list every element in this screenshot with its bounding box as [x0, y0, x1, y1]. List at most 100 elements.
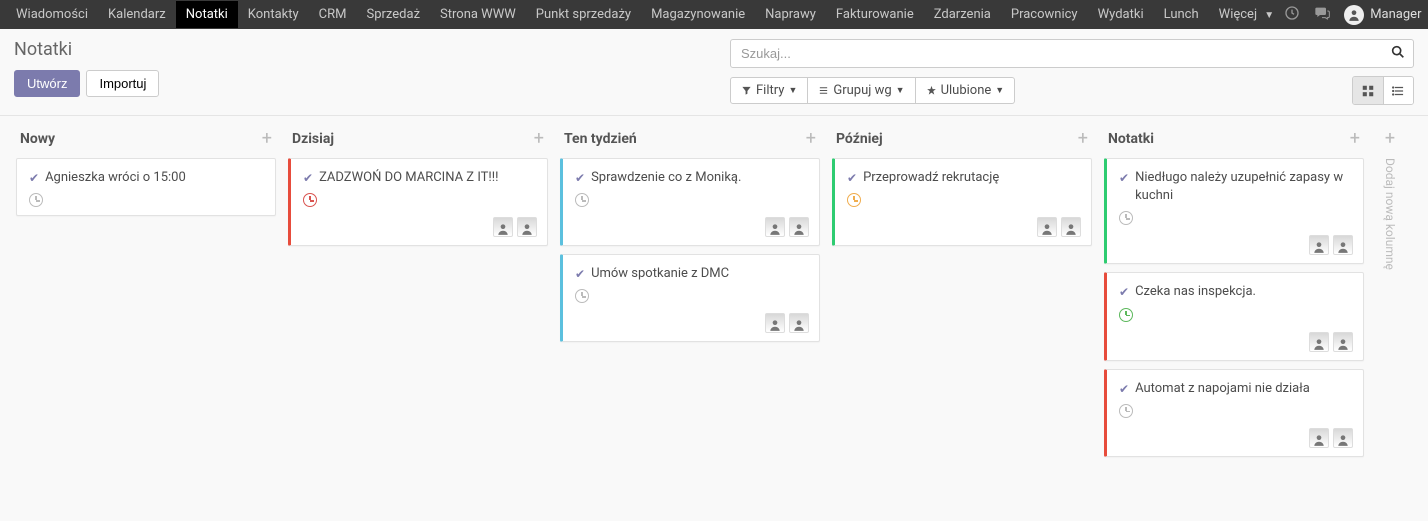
toolbar-row: Filtry ▼ Grupuj wg ▼ Ulubione ▼ [730, 76, 1414, 105]
card-meta [1119, 308, 1353, 322]
nav-right: Manager [1284, 5, 1428, 25]
nav-item-notatki[interactable]: Notatki [176, 1, 238, 28]
plus-icon: + [1385, 130, 1395, 148]
user-name: Manager [1370, 7, 1421, 22]
card-title: Czeka nas inspekcja. [1135, 283, 1256, 301]
avatar [1037, 217, 1057, 237]
card-footer [1119, 428, 1353, 448]
card-title-row: ✔Niedługo należy uzupełnić zapasy w kuch… [1119, 169, 1353, 205]
card-title-row: ✔Sprawdzenie co z Moniką. [575, 169, 809, 187]
funnel-icon [741, 85, 752, 96]
nav-item-punkt-sprzedaży[interactable]: Punkt sprzedaży [526, 1, 641, 28]
nav-item-strona-www[interactable]: Strona WWW [430, 1, 526, 28]
clock-icon[interactable] [1119, 308, 1133, 322]
check-icon: ✔ [29, 171, 39, 185]
nav-item-wydatki[interactable]: Wydatki [1088, 1, 1154, 28]
avatar [1309, 428, 1329, 448]
clock-icon[interactable] [1119, 211, 1133, 225]
card-title-row: ✔Automat z napojami nie działa [1119, 380, 1353, 398]
nav-item-kalendarz[interactable]: Kalendarz [98, 1, 176, 28]
caret-down-icon: ▼ [788, 85, 797, 96]
card-meta [575, 289, 809, 303]
nav-item-pracownicy[interactable]: Pracownicy [1001, 1, 1088, 28]
add-column[interactable]: + Dodaj nową kolumnę [1370, 130, 1410, 270]
card-meta [1119, 404, 1353, 418]
list-view-icon [1392, 84, 1406, 98]
avatar [789, 217, 809, 237]
page-title: Notatki [14, 39, 714, 60]
import-button[interactable]: Importuj [86, 70, 159, 97]
clock-icon[interactable] [29, 193, 43, 207]
kanban-view-button[interactable] [1353, 77, 1383, 104]
list-view-button[interactable] [1383, 77, 1413, 104]
nav-item-wiadomości[interactable]: Wiadomości [6, 1, 98, 28]
add-card-button[interactable]: + [1078, 130, 1088, 148]
column-header: Notatki + [1102, 130, 1366, 158]
card-footer [1119, 235, 1353, 255]
card-meta [575, 193, 809, 207]
card-title: Przeprowadź rekrutację [863, 169, 999, 187]
clock-icon[interactable] [575, 193, 589, 207]
column-header: Później + [830, 130, 1094, 158]
create-button[interactable]: Utwórz [14, 70, 80, 97]
conversations-icon[interactable] [1314, 5, 1330, 25]
check-icon: ✔ [1119, 285, 1129, 299]
card-title-row: ✔Agnieszka wróci o 15:00 [29, 169, 265, 187]
user-menu[interactable]: Manager [1344, 5, 1421, 25]
add-card-button[interactable]: + [262, 130, 272, 148]
kanban-card[interactable]: ✔ Czeka nas inspekcja. [1104, 272, 1364, 360]
card-footer [303, 217, 537, 237]
card-footer [575, 217, 809, 237]
nav-item-crm[interactable]: CRM [309, 1, 357, 28]
kanban-column: Później + ✔ Przeprowadź rekrutację [826, 130, 1098, 254]
nav-items: WiadomościKalendarzNotatkiKontaktyCRMSpr… [6, 1, 1284, 28]
card-title: ZADZWOŃ DO MARCINA Z IT!!! [319, 169, 498, 187]
add-card-button[interactable]: + [806, 130, 816, 148]
filters-button[interactable]: Filtry ▼ [730, 77, 808, 104]
kanban-card[interactable]: ✔Automat z napojami nie działa [1104, 369, 1364, 457]
kanban-column: Nowy+ ✔Agnieszka wróci o 15:00 [10, 130, 282, 224]
nav-item-lunch[interactable]: Lunch [1154, 1, 1209, 28]
column-title: Notatki [1108, 131, 1154, 147]
check-icon: ✔ [1119, 171, 1129, 185]
nav-item-sprzedaż[interactable]: Sprzedaż [357, 1, 431, 28]
clock-icon[interactable] [575, 289, 589, 303]
nav-item-więcej[interactable]: Więcej ▼ [1209, 1, 1285, 28]
clock-icon[interactable] [303, 193, 317, 207]
nav-item-magazynowanie[interactable]: Magazynowanie [641, 1, 755, 28]
favorites-button[interactable]: Ulubione ▼ [916, 77, 1016, 104]
nav-item-kontakty[interactable]: Kontakty [238, 1, 309, 28]
add-column-label: Dodaj nową kolumnę [1383, 158, 1397, 270]
check-icon: ✔ [847, 171, 857, 185]
control-left: Notatki Utwórz Importuj [14, 39, 714, 97]
nav-item-zdarzenia[interactable]: Zdarzenia [924, 1, 1001, 28]
kanban-card[interactable]: ✔ZADZWOŃ DO MARCINA Z IT!!! [288, 158, 548, 246]
caret-down-icon: ▼ [995, 85, 1004, 96]
top-nav: WiadomościKalendarzNotatkiKontaktyCRMSpr… [0, 0, 1428, 29]
kanban-card[interactable]: ✔Sprawdzenie co z Moniką. [560, 158, 820, 246]
column-header: Nowy+ [14, 130, 278, 158]
groupby-button[interactable]: Grupuj wg ▼ [808, 77, 915, 104]
kanban-column: Notatki + ✔Niedługo należy uzupełnić zapas… [1098, 130, 1370, 465]
search-icon[interactable] [1390, 44, 1406, 64]
nav-item-naprawy[interactable]: Naprawy [755, 1, 826, 28]
kanban-card[interactable]: ✔Agnieszka wróci o 15:00 [16, 158, 276, 216]
activity-icon[interactable] [1284, 5, 1300, 25]
kanban-card[interactable]: ✔Umów spotkanie z DMC [560, 254, 820, 342]
clock-icon[interactable] [847, 193, 861, 207]
kanban-board: Nowy+✔Agnieszka wróci o 15:00Dzisiaj+✔ZA… [0, 116, 1428, 479]
clock-icon[interactable] [1119, 404, 1133, 418]
search-input[interactable] [730, 39, 1414, 68]
kanban-card[interactable]: ✔Niedługo należy uzupełnić zapasy w kuch… [1104, 158, 1364, 264]
filter-group: Filtry ▼ Grupuj wg ▼ Ulubione ▼ [730, 77, 1015, 104]
control-panel: Notatki Utwórz Importuj Filtry ▼ Grupuj … [0, 29, 1428, 105]
column-title: Później [836, 131, 883, 147]
add-card-button[interactable]: + [1350, 130, 1360, 148]
avatar [765, 217, 785, 237]
user-avatar-icon [1344, 5, 1364, 25]
list-icon [818, 85, 829, 96]
kanban-card[interactable]: ✔ Przeprowadź rekrutację [832, 158, 1092, 246]
add-card-button[interactable]: + [534, 130, 544, 148]
column-title: Ten tydzień [564, 131, 637, 147]
nav-item-fakturowanie[interactable]: Fakturowanie [826, 1, 924, 28]
